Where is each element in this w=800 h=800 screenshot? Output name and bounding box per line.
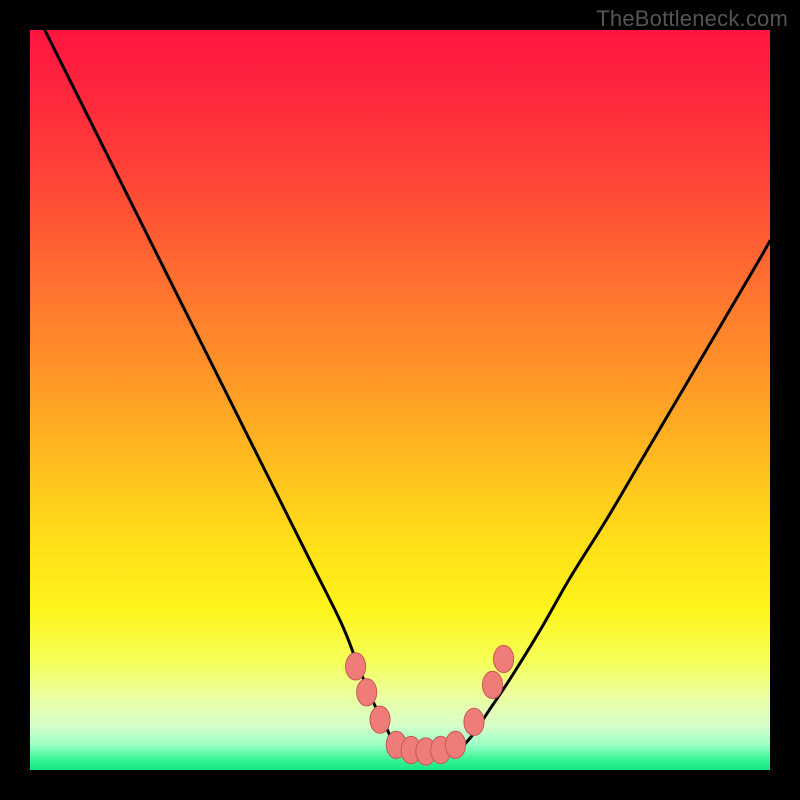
chart-frame: TheBottleneck.com — [0, 0, 800, 800]
watermark-text: TheBottleneck.com — [596, 6, 788, 32]
background-gradient — [30, 30, 770, 770]
plot-area — [30, 30, 770, 770]
